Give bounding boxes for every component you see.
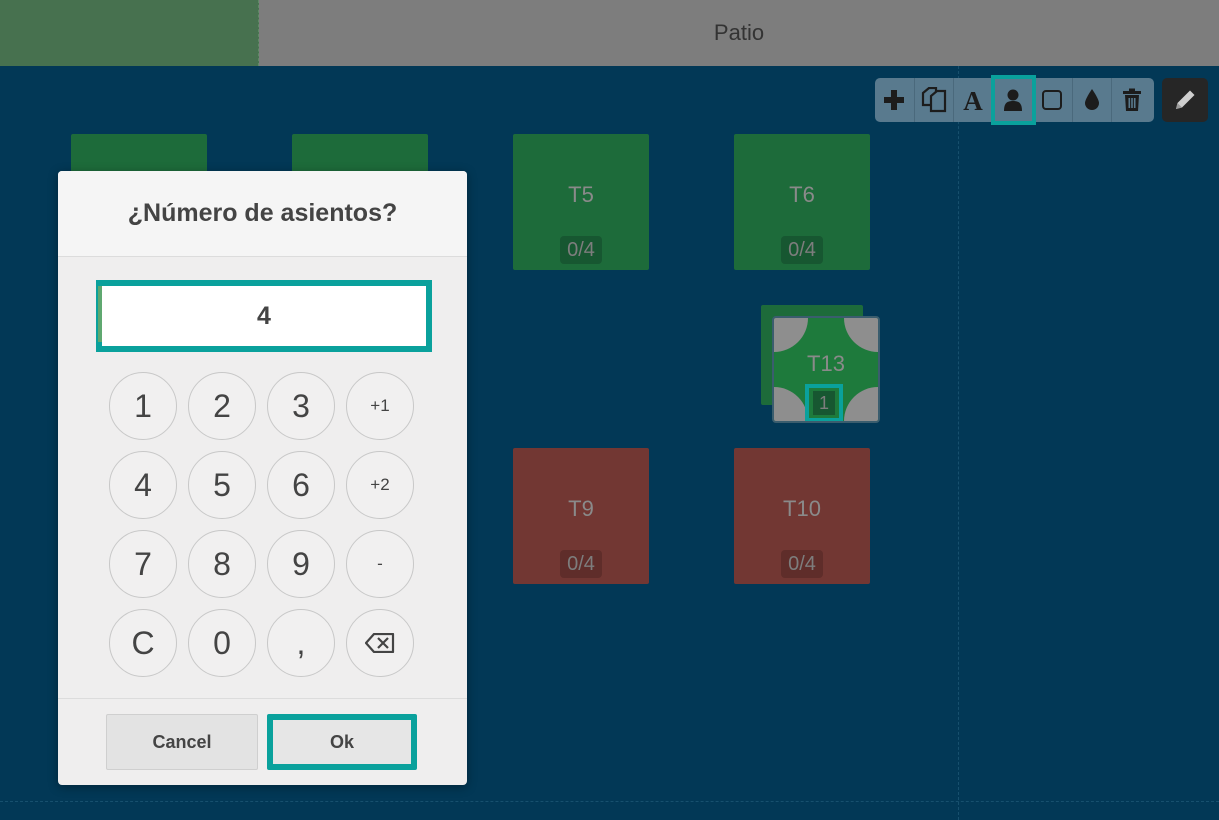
- copy-icon: [921, 87, 946, 113]
- dialog-header: ¿Número de asientos?: [58, 171, 467, 257]
- seats-button[interactable]: [990, 75, 1036, 125]
- resize-handle[interactable]: [844, 387, 878, 421]
- table-name: T13: [807, 351, 845, 376]
- floor-tab-bar: Patio: [0, 0, 1219, 66]
- table-t9[interactable]: T9 0/4: [513, 448, 649, 584]
- duplicate-button[interactable]: [915, 78, 954, 122]
- table-seats: 0/4: [781, 236, 823, 264]
- table-seats-value: 1: [813, 391, 835, 415]
- key-1[interactable]: 1: [109, 372, 177, 440]
- key-comma[interactable]: ,: [267, 609, 335, 677]
- key-6[interactable]: 6: [267, 451, 335, 519]
- key-7[interactable]: 7: [109, 530, 177, 598]
- grid-line: [0, 801, 1219, 802]
- key-8[interactable]: 8: [188, 530, 256, 598]
- shape-button[interactable]: [1033, 78, 1073, 122]
- svg-text:A: A: [964, 87, 984, 113]
- key-2[interactable]: 2: [188, 372, 256, 440]
- resize-handle[interactable]: [774, 318, 808, 352]
- key-3[interactable]: 3: [267, 372, 335, 440]
- table-name: T9: [568, 496, 594, 521]
- plus-icon: [884, 90, 905, 110]
- drop-icon: [1084, 89, 1099, 110]
- ok-button[interactable]: Ok: [267, 714, 417, 770]
- key-plus-1[interactable]: +1: [346, 372, 414, 440]
- cancel-button[interactable]: Cancel: [106, 714, 258, 770]
- seats-input-wrap: [96, 280, 432, 352]
- key-9[interactable]: 9: [267, 530, 335, 598]
- key-minus[interactable]: -: [346, 530, 414, 598]
- dialog-title: ¿Número de asientos?: [127, 199, 398, 227]
- table-t10[interactable]: T10 0/4: [734, 448, 870, 584]
- delete-button[interactable]: [1112, 78, 1152, 122]
- key-5[interactable]: 5: [188, 451, 256, 519]
- backspace-icon: [365, 633, 395, 653]
- pencil-icon: [1176, 90, 1195, 109]
- add-table-button[interactable]: [875, 78, 915, 122]
- floor-tab-patio[interactable]: Patio: [259, 0, 1219, 66]
- table-t5[interactable]: T5 0/4: [513, 134, 649, 270]
- square-icon: [1042, 90, 1063, 110]
- text-icon: A: [964, 87, 984, 113]
- table-name: T6: [789, 182, 815, 207]
- key-0[interactable]: 0: [188, 609, 256, 677]
- resize-handle[interactable]: [844, 318, 878, 352]
- edit-toolbar: A: [875, 75, 1154, 125]
- table-seats: 0/4: [560, 236, 602, 264]
- color-button[interactable]: [1073, 78, 1112, 122]
- key-plus-2[interactable]: +2: [346, 451, 414, 519]
- floor-tab-main[interactable]: [0, 0, 259, 66]
- seats-dialog: ¿Número de asientos? 1 2 3 +1 4 5 6 +2 7…: [58, 171, 467, 785]
- table-t6[interactable]: T6 0/4: [734, 134, 870, 270]
- table-name: T5: [568, 182, 594, 207]
- table-seats: 0/4: [781, 550, 823, 578]
- grid-line: [958, 66, 959, 820]
- person-icon: [1003, 89, 1022, 111]
- table-seats: 1: [805, 384, 843, 421]
- resize-handle[interactable]: [774, 387, 808, 421]
- input-indicator: [98, 286, 102, 342]
- rename-button[interactable]: A: [954, 78, 994, 122]
- key-backspace[interactable]: [346, 609, 414, 677]
- key-4[interactable]: 4: [109, 451, 177, 519]
- trash-icon: [1122, 88, 1141, 111]
- seats-input[interactable]: [102, 286, 426, 346]
- key-clear[interactable]: C: [109, 609, 177, 677]
- dialog-footer: Cancel Ok: [58, 698, 467, 785]
- table-seats: 0/4: [560, 550, 602, 578]
- edit-mode-button[interactable]: [1162, 78, 1208, 122]
- table-t13[interactable]: T13 1: [772, 316, 880, 423]
- table-name: T10: [783, 496, 821, 521]
